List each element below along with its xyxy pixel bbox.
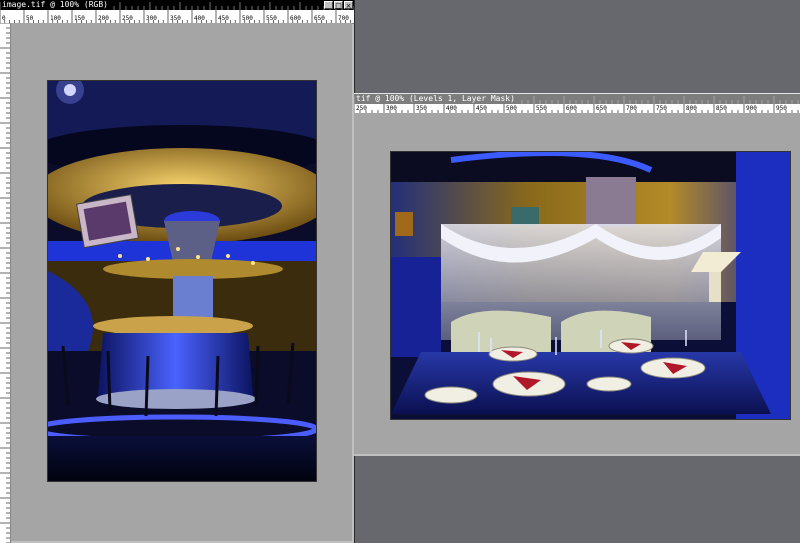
horizontal-ruler[interactable]: 0 50 100 150 200 250 300 350 400 450 500 550 600 650 7… — [0, 10, 354, 24]
ruler-label: 650 — [314, 15, 325, 22]
ruler-label: 250 — [356, 105, 367, 112]
maximize-button[interactable]: □ — [334, 1, 343, 10]
ruler-label: 200 — [98, 15, 109, 22]
ruler-label: 650 — [596, 105, 607, 112]
ruler-label: 300 — [386, 105, 397, 112]
ruler-label: 950 — [776, 105, 787, 112]
ruler-label: 550 — [266, 15, 277, 22]
close-button[interactable]: × — [344, 1, 353, 10]
ruler-label: 450 — [218, 15, 229, 22]
window-controls: _ □ × — [324, 1, 353, 10]
ruler-label: 50 — [26, 15, 34, 22]
document-window-right[interactable]: tif @ 100% (Levels 1, Layer Mask) 250 300… — [354, 93, 800, 456]
ruler-label: 350 — [416, 105, 427, 112]
ruler-label: 150 — [74, 15, 85, 22]
title-bar[interactable]: tif @ 100% (Levels 1, Layer Mask) — [354, 94, 800, 104]
ruler-label: 100 — [50, 15, 61, 22]
document-canvas[interactable] — [354, 113, 800, 454]
window-title: tif @ 100% (Levels 1, Layer Mask) — [356, 94, 519, 104]
bar-interior-photo — [47, 80, 317, 482]
ruler-label: 600 — [290, 15, 301, 22]
document-window-left[interactable]: image.tif @ 100% (RGB) _ □ × 0 50 100 150 20… — [0, 0, 355, 543]
ruler-label: 450 — [476, 105, 487, 112]
document-canvas[interactable] — [11, 23, 352, 541]
vertical-ruler[interactable] — [0, 23, 11, 543]
ruler-label: 850 — [716, 105, 727, 112]
ruler-label: 900 — [746, 105, 757, 112]
ruler-label: 750 — [656, 105, 667, 112]
title-bar[interactable]: image.tif @ 100% (RGB) — [0, 0, 354, 10]
ruler-label: 500 — [506, 105, 517, 112]
minimize-button[interactable]: _ — [324, 1, 333, 10]
ruler-label: 600 — [566, 105, 577, 112]
ruler-label: 550 — [536, 105, 547, 112]
ruler-label: 700 — [626, 105, 637, 112]
window-title: image.tif @ 100% (RGB) — [2, 0, 112, 10]
ruler-label: 0 — [2, 15, 6, 22]
ruler-label: 300 — [146, 15, 157, 22]
ruler-label: 250 — [122, 15, 133, 22]
ruler-label: 400 — [194, 15, 205, 22]
ruler-label: 700 — [338, 15, 349, 22]
ruler-label: 350 — [170, 15, 181, 22]
dining-table-photo — [390, 151, 791, 420]
ruler-label: 400 — [446, 105, 457, 112]
ruler-label: 500 — [242, 15, 253, 22]
ruler-label: 800 — [686, 105, 697, 112]
